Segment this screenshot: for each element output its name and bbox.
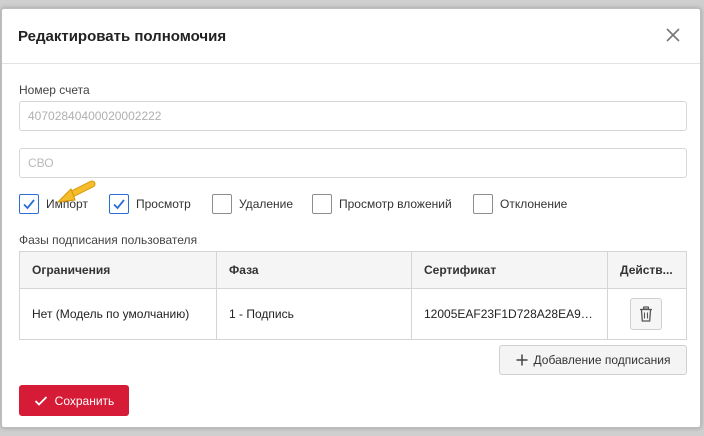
checkbox-reject-box[interactable] [473,194,493,214]
close-button[interactable] [664,26,682,44]
header-actions[interactable]: Действ... [608,252,686,288]
trash-icon [640,306,652,322]
permissions-checkboxes: Импорт Просмотр Удаление Просмотр вложен… [19,192,687,216]
checkbox-view-box[interactable] [109,194,129,214]
cell-phase: 1 - Подпись [217,289,412,339]
table-header-row: Ограничения Фаза Сертификат Действ... [20,252,686,289]
header-certificate[interactable]: Сертификат [412,252,608,288]
signing-phases-label: Фазы подписания пользователя [19,233,198,247]
table-row[interactable]: Нет (Модель по умолчанию) 1 - Подпись 12… [20,289,686,339]
checkbox-reject[interactable]: Отклонение [473,192,567,216]
close-icon [666,28,680,42]
dialog-header: Редактировать полномочия [2,9,700,64]
check-icon [34,395,47,406]
header-actions-label: Действ... [620,263,673,277]
account-number-input[interactable] [19,101,687,131]
save-button[interactable]: Сохранить [19,385,129,416]
header-restrictions[interactable]: Ограничения [20,252,217,288]
cell-certificate: 12005EAF23F1D728A28EA9E3... [412,289,608,339]
cell-actions [608,289,686,339]
dialog-title: Редактировать полномочия [18,28,227,45]
add-signature-label: Добавление подписания [533,353,671,367]
signing-phases-table: Ограничения Фаза Сертификат Действ... Не… [19,251,687,340]
checkbox-delete[interactable]: Удаление [212,192,293,216]
checkbox-view-attachments-box[interactable] [312,194,332,214]
delete-row-button[interactable] [630,298,662,330]
checkbox-view-attachments-label: Просмотр вложений [339,197,452,211]
cell-certificate-text: 12005EAF23F1D728A28EA9E3... [424,307,594,321]
save-label: Сохранить [54,393,115,408]
checkbox-view[interactable]: Просмотр [109,192,191,216]
check-icon [23,199,35,210]
cbo-input[interactable] [19,148,687,178]
edit-permissions-dialog: Редактировать полномочия Номер счета Имп… [1,8,701,428]
checkbox-reject-label: Отклонение [500,197,568,211]
check-icon [113,199,125,210]
account-number-label: Номер счета [19,83,90,97]
header-phase[interactable]: Фаза [217,252,412,288]
pointer-arrow-icon [57,180,96,203]
cell-restriction: Нет (Модель по умолчанию) [20,289,217,339]
checkbox-view-attachments[interactable]: Просмотр вложений [312,192,452,216]
checkbox-view-label: Просмотр [136,197,191,211]
checkbox-delete-box[interactable] [212,194,232,214]
add-signature-button[interactable]: Добавление подписания [499,345,687,375]
plus-icon [516,354,528,366]
checkbox-import-box[interactable] [19,194,39,214]
checkbox-delete-label: Удаление [239,197,294,211]
